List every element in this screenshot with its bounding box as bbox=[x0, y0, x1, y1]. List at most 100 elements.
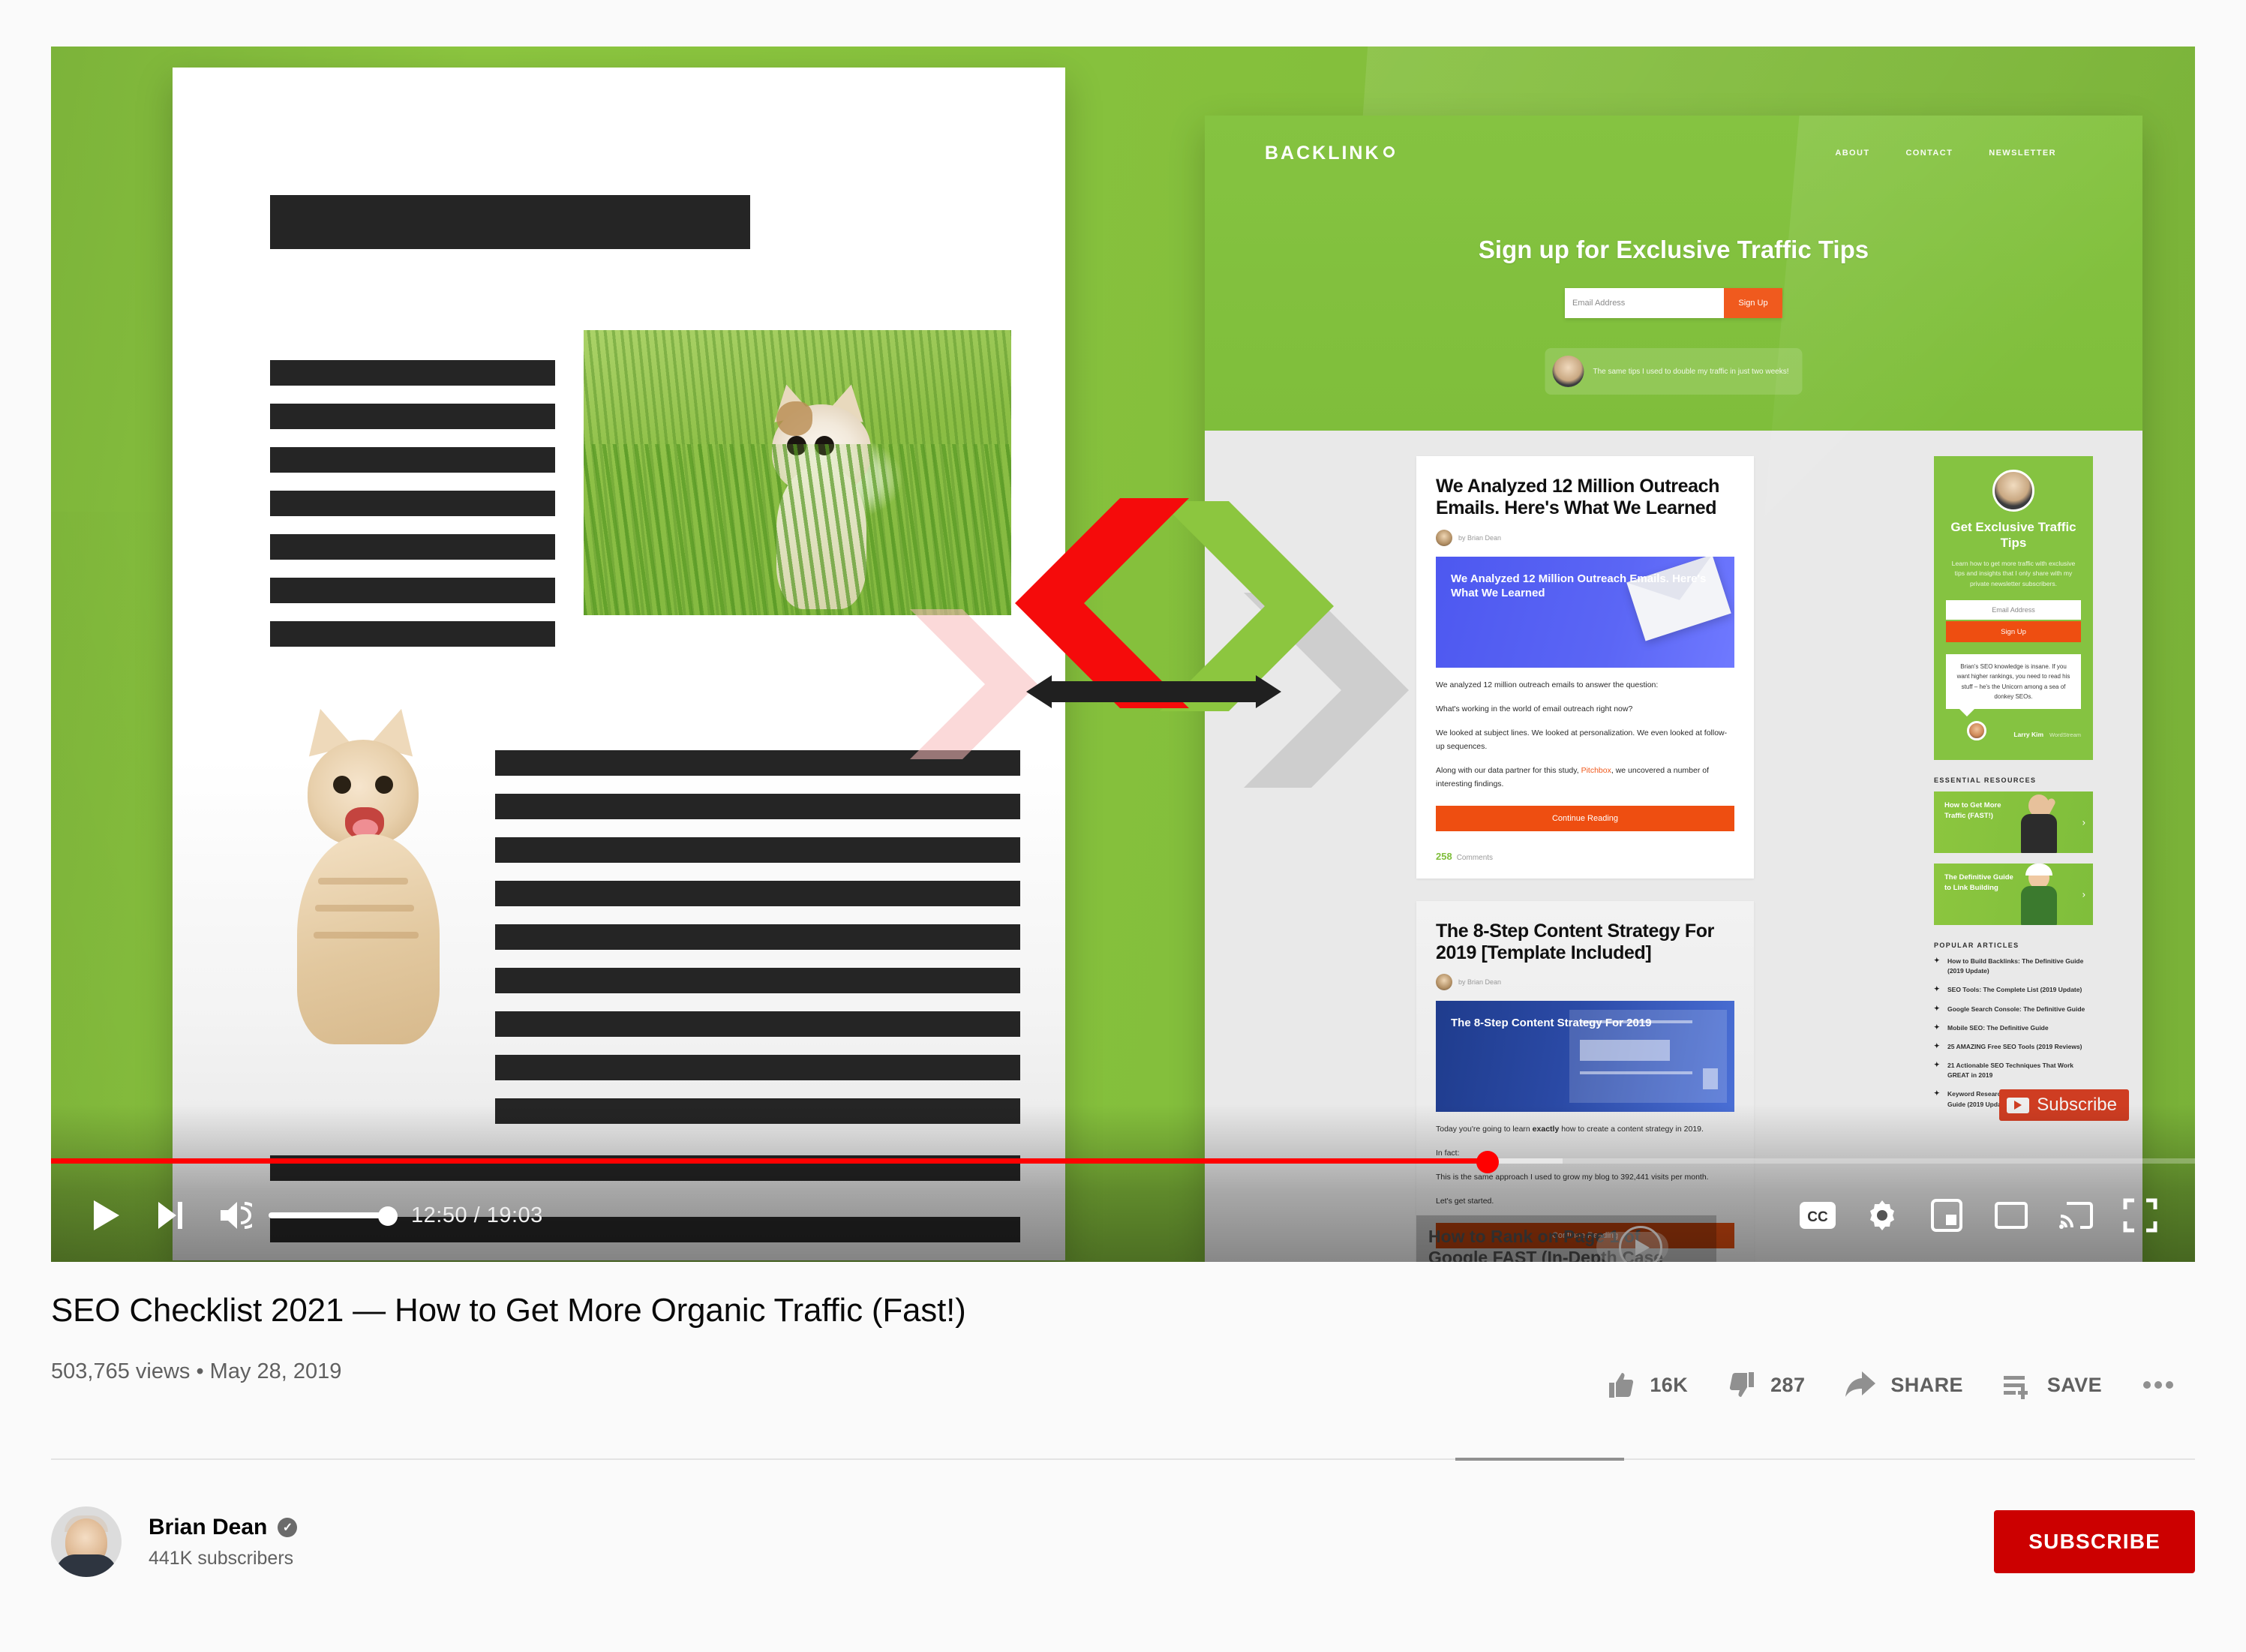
chevron-right-icon: › bbox=[2082, 888, 2085, 900]
play-button[interactable] bbox=[74, 1183, 138, 1248]
double-arrow-icon bbox=[1026, 675, 1281, 708]
dislike-button[interactable]: 287 bbox=[1707, 1353, 1824, 1416]
video-player[interactable]: BACKLINK ABOUT CONTACT NEWSLETTER Sign u… bbox=[51, 47, 2195, 1262]
orange-cat-stripe bbox=[315, 905, 414, 912]
subscribe-watermark[interactable]: Subscribe bbox=[1999, 1089, 2129, 1121]
volume-slider[interactable] bbox=[269, 1206, 398, 1226]
action-buttons[interactable]: 16K 287 SHARE SAVE bbox=[1587, 1353, 2195, 1416]
banner-text: We Analyzed 12 Million Outreach Emails. … bbox=[1451, 572, 1707, 599]
author-avatar bbox=[1436, 529, 1452, 546]
thumbs-down-icon bbox=[1730, 1372, 1755, 1397]
site-hero: BACKLINK ABOUT CONTACT NEWSLETTER Sign u… bbox=[1205, 116, 2142, 431]
article-byline: by Brian Dean bbox=[1436, 974, 1734, 991]
video-frame[interactable]: BACKLINK ABOUT CONTACT NEWSLETTER Sign u… bbox=[51, 47, 2195, 1262]
nav-item-about: ABOUT bbox=[1835, 149, 1870, 158]
doc-text-line bbox=[270, 491, 555, 516]
optin-signup-button: Sign Up bbox=[1946, 621, 2081, 643]
save-button[interactable]: SAVE bbox=[1983, 1353, 2121, 1416]
article-paragraph: We analyzed 12 million outreach emails t… bbox=[1436, 680, 1659, 689]
orange-cat-stripe bbox=[314, 932, 419, 939]
progress-bar[interactable] bbox=[51, 1151, 2195, 1173]
doc-text-line bbox=[270, 360, 555, 386]
optin-email-input: Email Address bbox=[1946, 600, 2081, 620]
article-paragraph: Today you're going to learn exactly how … bbox=[1436, 1122, 1734, 1136]
doc-text-line bbox=[495, 1011, 1020, 1037]
player-controls-left[interactable]: 12:50 / 19:03 bbox=[51, 1183, 543, 1248]
share-label: SHARE bbox=[1890, 1373, 1963, 1396]
save-label: SAVE bbox=[2046, 1373, 2102, 1396]
cast-button[interactable] bbox=[2043, 1183, 2108, 1248]
more-dots-icon bbox=[2143, 1381, 2173, 1389]
dislike-count: 287 bbox=[1770, 1373, 1806, 1396]
optin-heading: Get Exclusive Traffic Tips bbox=[1950, 520, 2076, 551]
doc-text-line bbox=[495, 968, 1020, 993]
doc-text-line bbox=[495, 881, 1020, 906]
article-paragraph: What's working in the world of email out… bbox=[1436, 704, 1633, 713]
volume-knob[interactable] bbox=[378, 1206, 398, 1226]
player-controls-right[interactable]: CC bbox=[1785, 1183, 2195, 1248]
nav-item-newsletter: NEWSLETTER bbox=[1989, 149, 2056, 158]
comments-number: 258 bbox=[1436, 850, 1452, 862]
author-name: by Brian Dean bbox=[1458, 533, 1502, 542]
meta-divider bbox=[51, 1458, 2195, 1460]
share-button[interactable]: SHARE bbox=[1824, 1353, 1983, 1416]
arrow-tip-right bbox=[1256, 675, 1281, 708]
hero-heading: Sign up for Exclusive Traffic Tips bbox=[1478, 236, 1869, 263]
article-title: The 8-Step Content Strategy For 2019 [Te… bbox=[1436, 920, 1714, 963]
verified-badge-icon: ✓ bbox=[278, 1517, 298, 1537]
avatar[interactable] bbox=[51, 1506, 122, 1577]
backlinko-logo: BACKLINK bbox=[1265, 143, 1395, 164]
doc-text-line bbox=[495, 837, 1020, 863]
banner-text: The 8-Step Content Strategy For 2019 bbox=[1451, 1017, 1652, 1030]
hero-email-input: Email Address bbox=[1572, 299, 1626, 308]
thumbs-up-icon bbox=[1609, 1373, 1634, 1398]
orange-cat-eye-right bbox=[375, 776, 393, 794]
channel-name-row[interactable]: Brian Dean ✓ bbox=[149, 1515, 298, 1540]
article-title: We Analyzed 12 Million Outreach Emails. … bbox=[1436, 476, 1719, 518]
progress-played bbox=[51, 1158, 1488, 1164]
svg-text:CC: CC bbox=[1807, 1209, 1828, 1225]
video-meta: SEO Checklist 2021 — How to Get More Org… bbox=[51, 1292, 2195, 1461]
view-count: 503,765 views • May 28, 2019 bbox=[51, 1359, 342, 1383]
next-video-button[interactable] bbox=[138, 1183, 203, 1248]
hero-signup-form: Email Address Sign Up bbox=[1565, 288, 1782, 318]
avatar-shirt bbox=[56, 1554, 117, 1577]
doc-text-line bbox=[495, 1055, 1020, 1080]
article-byline: by Brian Dean bbox=[1436, 529, 1734, 546]
continue-reading-button: Continue Reading bbox=[1436, 805, 1734, 831]
like-button[interactable]: 16K bbox=[1587, 1353, 1707, 1416]
meta-divider-active bbox=[1455, 1458, 1624, 1461]
doc-text-line bbox=[270, 621, 555, 647]
subscribe-button[interactable]: SUBSCRIBE bbox=[1994, 1510, 2195, 1573]
orange-cat-stripe bbox=[318, 878, 408, 885]
share-icon bbox=[1845, 1371, 1876, 1397]
fullscreen-button[interactable] bbox=[2108, 1183, 2172, 1248]
like-count: 16K bbox=[1650, 1373, 1689, 1396]
page-title: SEO Checklist 2021 — How to Get More Org… bbox=[51, 1292, 966, 1329]
nav-item-contact: CONTACT bbox=[1905, 149, 1953, 158]
player-controls[interactable]: 12:50 / 19:03 CC bbox=[51, 1169, 2195, 1262]
author-name: by Brian Dean bbox=[1458, 978, 1502, 987]
quote-author-name: Larry Kim bbox=[2013, 731, 2044, 739]
miniplayer-button[interactable] bbox=[1914, 1183, 1979, 1248]
theater-button[interactable] bbox=[1979, 1183, 2043, 1248]
hero-signup-button: Sign Up bbox=[1724, 288, 1782, 318]
optin-body: Learn how to get more traffic with exclu… bbox=[1951, 559, 2076, 588]
site-nav: ABOUT CONTACT NEWSLETTER bbox=[1835, 149, 2056, 158]
captions-button[interactable]: CC bbox=[1785, 1183, 1850, 1248]
article-banner-image: We Analyzed 12 Million Outreach Emails. … bbox=[1436, 556, 1734, 668]
person-illustration bbox=[2015, 864, 2064, 926]
popular-articles-list: How to Build Backlinks: The Definitive G… bbox=[1934, 956, 2093, 1110]
arrow-bar bbox=[1047, 681, 1263, 702]
channel-name[interactable]: Brian Dean bbox=[149, 1515, 267, 1540]
subscribe-watermark-label: Subscribe bbox=[2037, 1095, 2117, 1115]
mute-button[interactable] bbox=[203, 1183, 267, 1248]
doc-text-line bbox=[495, 1098, 1020, 1124]
settings-button[interactable] bbox=[1850, 1183, 1914, 1248]
optin-widget: Get Exclusive Traffic Tips Learn how to … bbox=[1934, 456, 2093, 761]
more-actions-button[interactable] bbox=[2121, 1353, 2195, 1416]
cat-fur-patch bbox=[776, 401, 812, 436]
popular-articles-heading: POPULAR ARTICLES bbox=[1934, 942, 2019, 950]
subscriber-count: 441K subscribers bbox=[149, 1547, 294, 1569]
person-illustration bbox=[2015, 793, 2064, 854]
